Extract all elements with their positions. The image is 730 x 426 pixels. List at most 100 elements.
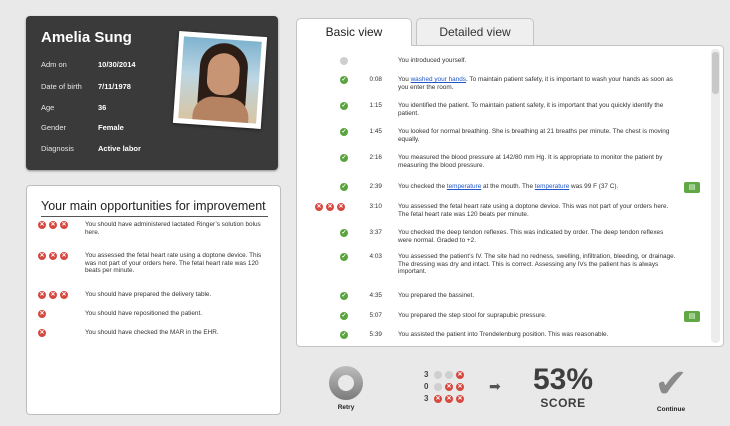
info-value: Active labor (98, 144, 141, 153)
check-ok-icon: ✓ (340, 76, 348, 84)
tally-count: 3 (424, 370, 429, 379)
log-status: ✓ (308, 253, 348, 261)
error-x-icon: ✕ (38, 291, 46, 299)
log-status: ✓ (308, 292, 348, 300)
opportunity-text: You assessed the fetal heart rate using … (85, 252, 262, 275)
log-time: 5:39 (369, 331, 382, 338)
error-x-icon: ✕ (38, 252, 46, 260)
info-label: Age (41, 103, 55, 112)
log-status (308, 57, 348, 68)
opportunity-text: You should have administered lactated Ri… (85, 221, 261, 236)
log-text-part: You (398, 76, 411, 83)
log-scrollbar[interactable] (711, 49, 720, 343)
opportunity-text: You should have repositioned the patient… (85, 310, 203, 317)
tally-count: 3 (424, 394, 429, 403)
tally-row: 3 ✕ (424, 370, 467, 382)
log-status: ✕ ✕ ✕ (308, 203, 348, 211)
retry-label: Retry (337, 404, 355, 411)
error-x-icon: ✕ (445, 382, 453, 391)
empty-dot-icon (445, 370, 453, 379)
score-display: 53% SCORE (527, 363, 599, 411)
info-value: 7/11/1978 (98, 82, 131, 91)
error-x-icon: ✕ (38, 221, 46, 229)
opportunity-text: You should have prepared the delivery ta… (85, 291, 212, 298)
info-label: Gender (41, 123, 67, 132)
neutral-dot-icon (340, 57, 348, 65)
log-text: You prepared the step stool for suprapub… (398, 312, 547, 319)
tally-row: 0 ✕ ✕ (424, 382, 467, 394)
patient-photo (172, 31, 268, 129)
log-link[interactable]: washed your hands (411, 76, 466, 83)
opportunities-title: Your main opportunities for improvement (41, 199, 266, 213)
check-ok-icon: ✓ (340, 128, 348, 136)
log-time: 4:35 (369, 292, 382, 299)
error-x-icon: ✕ (456, 394, 464, 403)
tally-row: 3 ✕ ✕ ✕ (424, 394, 467, 406)
log-status: ✓ (308, 331, 348, 339)
activity-log-list: You introduced yourself. ✓ 0:08 You washed … (300, 49, 708, 343)
error-x-icon: ✕ (38, 310, 46, 318)
info-row-diagnosis: Diagnosis Active labor (41, 144, 141, 153)
log-text-part: was 99 F (37 C). (569, 183, 619, 190)
error-x-icon: ✕ (60, 221, 68, 229)
log-status: ✓ (308, 102, 348, 110)
note-icon[interactable]: ▤ (684, 311, 700, 322)
continue-button[interactable]: ✔ Continue (648, 364, 694, 413)
scrollbar-thumb[interactable] (712, 52, 719, 94)
info-value: Female (98, 123, 124, 132)
error-x-icon: ✕ (60, 291, 68, 299)
log-status: ✓ (308, 312, 348, 320)
error-x-icon: ✕ (60, 252, 68, 260)
log-status: ✓ (308, 76, 348, 84)
log-status: ✓ (308, 128, 348, 136)
check-ok-icon: ✓ (340, 102, 348, 110)
log-status: ✓ (308, 154, 348, 162)
error-x-icon: ✕ (326, 203, 334, 211)
check-ok-icon: ✓ (340, 253, 348, 261)
score-value: 53% (532, 363, 594, 396)
error-x-icon: ✕ (337, 203, 345, 211)
log-time: 3:37 (369, 229, 382, 236)
log-time: 3:10 (369, 203, 382, 210)
log-text: You assisted the patient into Trendelenb… (398, 331, 609, 338)
log-time: 1:45 (369, 128, 382, 135)
info-label: Diagnosis (41, 144, 74, 153)
info-value: 36 (98, 103, 107, 112)
patient-name: Amelia Sung (41, 29, 132, 46)
arrow-right-icon: ➡ (489, 378, 501, 394)
log-text: You prepared the bassinet. (398, 292, 475, 299)
check-ok-icon: ✓ (340, 229, 348, 237)
check-ok-icon: ✓ (340, 331, 348, 339)
info-label: Adm on (41, 60, 67, 69)
error-tally: 3 ✕ 0 ✕ ✕ 3 ✕ ✕ ✕ (424, 370, 467, 406)
tab-basic-view[interactable]: Basic view (296, 18, 412, 46)
tab-detailed-view[interactable]: Detailed view (416, 18, 534, 45)
log-time: 2:39 (369, 183, 382, 190)
log-time: 4:03 (369, 253, 382, 260)
check-ok-icon: ✓ (340, 292, 348, 300)
retry-icon (329, 366, 363, 400)
opportunity-text: You should have checked the MAR in the E… (85, 329, 219, 336)
info-value: 10/30/2014 (98, 60, 136, 69)
error-x-icon: ✕ (456, 370, 464, 379)
log-text: You introduced yourself. (398, 57, 467, 64)
divider (41, 216, 268, 217)
log-time: 0:08 (369, 76, 382, 83)
opportunities-panel: Your main opportunities for improvement … (26, 185, 281, 415)
error-x-icon: ✕ (445, 394, 453, 403)
retry-button[interactable]: Retry (326, 366, 366, 411)
log-text: You assessed the patient’s IV. The site … (398, 253, 676, 276)
log-text-part: You checked the (398, 183, 447, 190)
info-row-dob: Date of birth 7/11/1978 (41, 82, 131, 91)
note-icon[interactable]: ▤ (684, 182, 700, 193)
log-text: You assessed the fetal heart rate using … (398, 203, 669, 218)
log-link[interactable]: temperature (447, 183, 481, 190)
log-text-part: at the mouth. The (481, 183, 535, 190)
log-text: You washed your hands. To maintain patie… (398, 76, 676, 91)
log-link[interactable]: temperature (535, 183, 569, 190)
log-time: 2:16 (369, 154, 382, 161)
log-text: You looked for normal breathing. She is … (398, 128, 670, 143)
log-text: You checked the temperature at the mouth… (398, 183, 676, 191)
continue-label: Continue (656, 406, 686, 413)
info-row-gender: Gender Female (41, 123, 124, 132)
